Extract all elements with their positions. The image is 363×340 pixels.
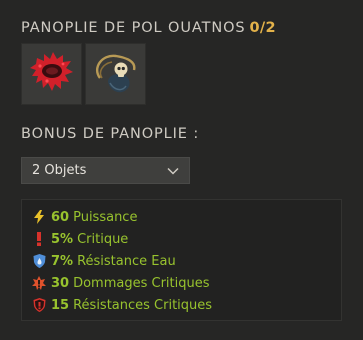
bonus-effects-list: 60 Puissance 5% Critique 7% Résistance E…: [21, 199, 342, 321]
set-panel: PANOPLIE DE POL OUATNOS 0/2 BONUS DE PAN…: [0, 0, 363, 340]
bonus-effect-row: 7% Résistance Eau: [32, 250, 341, 272]
bonus-value: 30: [51, 275, 70, 291]
bonus-value: 15: [51, 297, 70, 313]
lightning-icon: [32, 210, 46, 224]
bonus-label: Puissance: [73, 209, 138, 225]
bonus-count-dropdown[interactable]: 2 Objets: [21, 157, 190, 184]
bonus-effect-row: 15 Résistances Critiques: [32, 294, 341, 316]
bonus-effect-row: 60 Puissance: [32, 206, 341, 228]
chevron-down-icon: [167, 165, 179, 177]
bonus-label: Dommages Critiques: [73, 275, 210, 291]
dropdown-selected-value: 2 Objets: [32, 163, 87, 178]
bonus-label: Critique: [77, 231, 129, 247]
set-title: PANOPLIE DE POL OUATNOS 0/2: [21, 20, 276, 36]
bonus-effect-row: 5% Critique: [32, 228, 341, 250]
critical-shield-icon: [32, 298, 46, 312]
bonus-title: BONUS DE PANOPLIE :: [21, 126, 200, 142]
set-name: PANOPLIE DE POL OUATNOS: [21, 20, 246, 36]
bonus-label: Résistances Critiques: [73, 297, 213, 313]
water-shield-icon: [32, 254, 46, 268]
bonus-value: 60: [51, 209, 70, 225]
bonus-value: 7%: [51, 253, 74, 269]
skull-amulet-icon: [95, 54, 135, 93]
red-spiky-ring-icon: [29, 52, 73, 91]
bonus-label: Résistance Eau: [77, 253, 176, 269]
bonus-effect-row: 30 Dommages Critiques: [32, 272, 341, 294]
critical-damage-icon: [32, 276, 46, 290]
exclamation-icon: [32, 232, 46, 246]
bonus-value: 5%: [51, 231, 74, 247]
set-item-count: 0/2: [249, 20, 276, 36]
set-items: [21, 43, 146, 105]
item-slot-ring[interactable]: [21, 43, 82, 105]
item-slot-amulet[interactable]: [85, 43, 146, 105]
